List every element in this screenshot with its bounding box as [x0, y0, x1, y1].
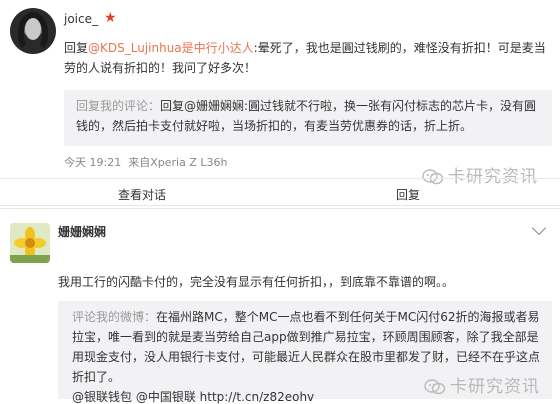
- watermark: 卡研究资讯: [424, 372, 540, 397]
- quoted-comment: 回复我的评论：回复@姗姗娴娴:圓过钱就不行啦，换一张有闪付标志的芯片卡，没有圓钱…: [64, 90, 552, 146]
- star-icon: ★: [104, 10, 117, 26]
- avatar-face: [25, 18, 41, 40]
- comment-card-1: joice_ ★ 回复@KDS_Lujinhua是中行小达人:晕死了，我也是圓过…: [0, 0, 560, 206]
- username[interactable]: 姗姗娴娴: [58, 223, 106, 240]
- wechat-icon: [424, 379, 446, 395]
- chevron-down-icon[interactable]: [531, 220, 547, 236]
- timestamp: 今天 19:21: [64, 156, 122, 169]
- reply-prefix: 回复: [64, 41, 89, 55]
- reply-mention-link[interactable]: @KDS_Lujinhua是中行小达人: [88, 41, 254, 55]
- post-text: 我用工行的闪酷卡付的，完全没有显示有任何折扣，，到底靠不靠谱的啊。。: [58, 275, 455, 289]
- avatar[interactable]: [10, 8, 56, 54]
- source: 来自Xperia Z L36h: [128, 156, 228, 169]
- avatar[interactable]: [10, 223, 50, 263]
- action-bar: 查看对话 回复: [0, 178, 560, 206]
- watermark-text: 卡研究资讯: [450, 377, 540, 397]
- quote-label: 评论我的微博：: [72, 310, 157, 324]
- reply-button[interactable]: 回复: [396, 186, 420, 203]
- post-meta: 今天 19:21 来自Xperia Z L36h: [64, 154, 227, 170]
- flower-avatar-image: [10, 223, 50, 263]
- reply-text: 回复@KDS_Lujinhua是中行小达人:晕死了，我也是圓过钱刷的，难怪没有折…: [64, 38, 552, 78]
- username[interactable]: joice_: [64, 12, 98, 26]
- view-conversation-button[interactable]: 查看对话: [118, 186, 166, 203]
- quote-label: 回复我的评论：: [76, 99, 161, 113]
